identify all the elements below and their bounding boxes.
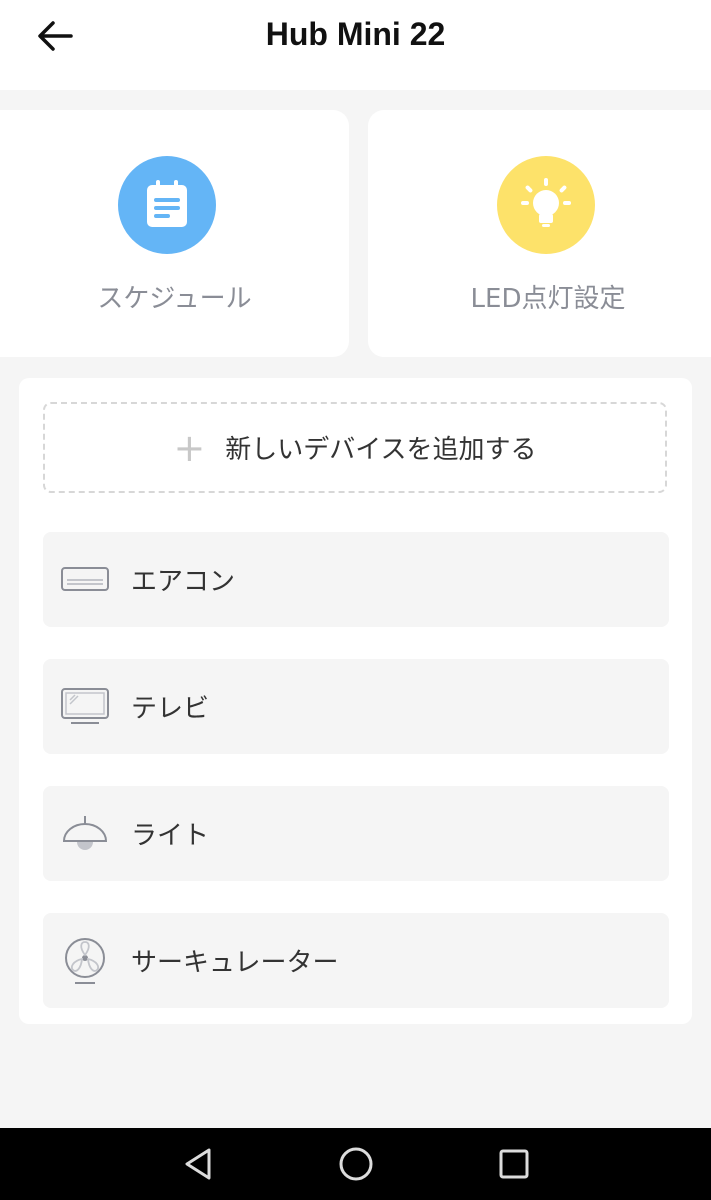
nav-back-icon[interactable] — [176, 1144, 220, 1184]
device-item-tv[interactable]: テレビ — [43, 659, 669, 754]
nav-home-icon[interactable] — [334, 1144, 378, 1184]
device-label: サーキュレーター — [131, 948, 339, 978]
system-nav-bar — [0, 1128, 711, 1200]
top-bar: Hub Mini 22 — [0, 0, 711, 90]
device-label: ライト — [131, 821, 210, 851]
page-title: Hub Mini 22 — [265, 16, 446, 52]
schedule-label: スケジュール — [97, 284, 252, 314]
led-settings-card[interactable]: LED点灯設定 — [368, 110, 711, 357]
ceiling-light-icon — [61, 810, 109, 858]
schedule-card[interactable]: スケジュール — [0, 110, 349, 357]
device-label: エアコン — [131, 567, 236, 597]
lightbulb-icon — [497, 156, 595, 254]
air-conditioner-icon — [61, 556, 109, 604]
device-item-circulator[interactable]: サーキュレーター — [43, 913, 669, 1008]
led-settings-label: LED点灯設定 — [470, 284, 626, 314]
add-device-button[interactable]: + 新しいデバイスを追加する — [43, 402, 667, 493]
tv-icon — [61, 683, 109, 731]
add-device-label: 新しいデバイスを追加する — [225, 435, 537, 465]
device-panel: + 新しいデバイスを追加する エアコン テレビ ライト サーキュレーター — [19, 378, 692, 1024]
device-label: テレビ — [131, 694, 210, 724]
calendar-icon — [118, 156, 216, 254]
device-item-light[interactable]: ライト — [43, 786, 669, 881]
nav-recents-icon[interactable] — [492, 1144, 536, 1184]
plus-icon: + — [173, 425, 206, 470]
device-item-air-conditioner[interactable]: エアコン — [43, 532, 669, 627]
fan-icon — [61, 937, 109, 985]
